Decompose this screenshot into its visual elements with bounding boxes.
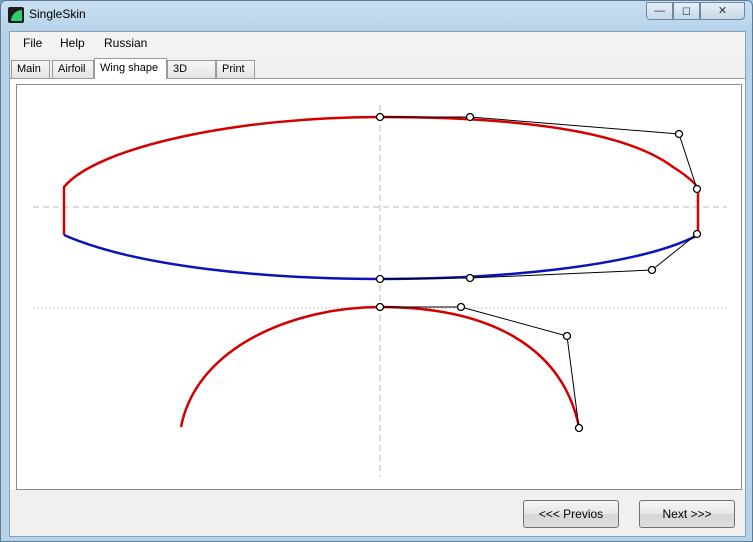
control-point[interactable] <box>375 112 385 122</box>
control-point[interactable] <box>692 184 702 194</box>
tab-3d-view[interactable]: 3D view <box>167 60 216 92</box>
window-title: SingleSkin <box>29 7 86 21</box>
next-button[interactable]: Next >>> <box>639 500 735 528</box>
leading-edge-curve <box>62 115 700 235</box>
control-point[interactable] <box>375 274 385 284</box>
minimize-button[interactable]: — <box>646 2 673 20</box>
control-point[interactable] <box>456 302 466 312</box>
menu-help[interactable]: Help <box>60 36 85 50</box>
control-point[interactable] <box>465 273 475 283</box>
close-button[interactable]: ✕ <box>700 2 745 20</box>
maximize-button[interactable]: ◻ <box>673 2 700 20</box>
tab-strip: Main Airfoil Wing shape 3D view Print <box>10 58 745 92</box>
control-point[interactable] <box>647 265 657 275</box>
tab-print[interactable]: Print <box>216 60 255 78</box>
menu-file[interactable]: File <box>23 36 42 50</box>
app-window: SingleSkin — ◻ ✕ File Help Russian Main … <box>0 0 753 542</box>
tab-airfoil[interactable]: Airfoil <box>52 60 94 78</box>
control-point[interactable] <box>574 423 584 433</box>
control-point[interactable] <box>562 331 572 341</box>
client-area: File Help Russian Main Airfoil Wing shap… <box>9 31 746 537</box>
menu-bar: File Help Russian <box>10 32 745 54</box>
control-point[interactable] <box>674 129 684 139</box>
tab-main[interactable]: Main <box>11 60 50 78</box>
control-point[interactable] <box>465 112 475 122</box>
tip-profile-control-polygon <box>380 306 580 429</box>
title-bar[interactable]: SingleSkin — ◻ ✕ <box>1 1 752 29</box>
menu-language-russian[interactable]: Russian <box>104 36 147 50</box>
wing-shape-canvas[interactable] <box>16 84 742 490</box>
app-logo-icon <box>8 7 24 23</box>
control-point[interactable] <box>692 229 702 239</box>
tab-wing-shape[interactable]: Wing shape <box>94 58 167 79</box>
control-point[interactable] <box>375 302 385 312</box>
wing-shape-drawing <box>33 105 727 477</box>
wing-shape-page <box>10 78 745 490</box>
previous-button[interactable]: <<< Previos <box>523 500 619 528</box>
